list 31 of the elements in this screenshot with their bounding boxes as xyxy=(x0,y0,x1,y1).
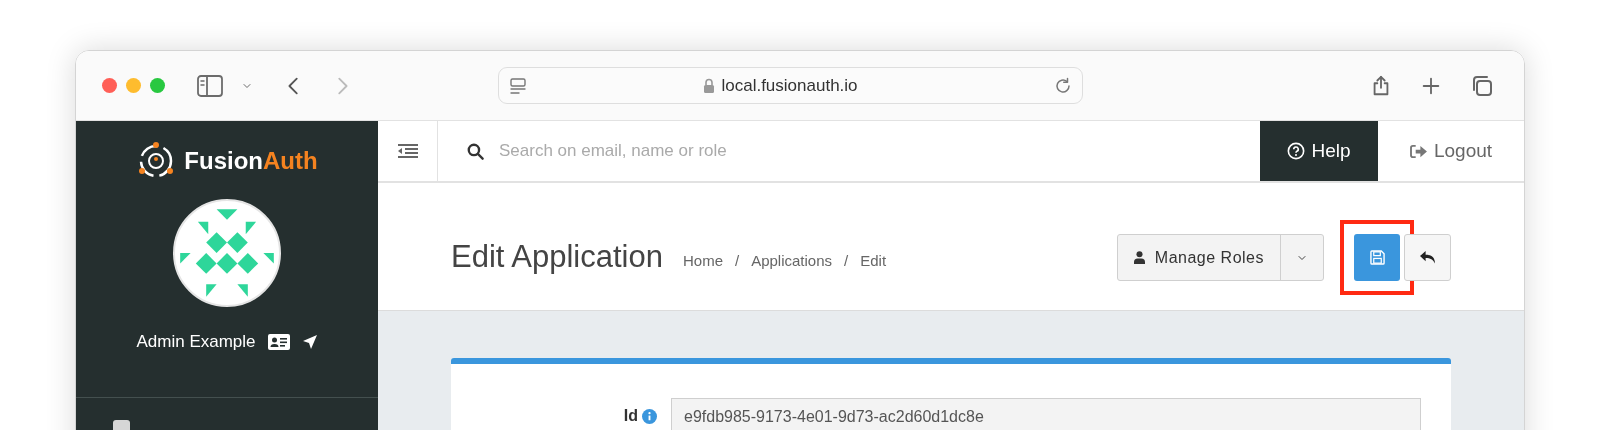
close-window-button[interactable] xyxy=(102,78,117,93)
user-icon xyxy=(1133,251,1145,264)
question-circle-icon xyxy=(1287,142,1306,160)
logout-button[interactable]: Logout xyxy=(1378,121,1524,181)
page-menu-icon xyxy=(509,76,527,95)
help-button[interactable]: Help xyxy=(1260,121,1378,181)
id-field[interactable]: e9fdb985-9173-4e01-9d73-ac2d60d1dc8e xyxy=(671,398,1421,430)
menu-collapse-icon[interactable] xyxy=(397,143,418,159)
zoom-window-button[interactable] xyxy=(150,78,165,93)
undo-button[interactable] xyxy=(1404,234,1451,281)
user-name: Admin Example xyxy=(136,331,256,353)
breadcrumb-separator: / xyxy=(735,251,740,272)
minimize-window-button[interactable] xyxy=(126,78,141,93)
url-text: local.fusionauth.io xyxy=(721,74,858,97)
logo-wordmark: FusionAuth xyxy=(184,146,318,176)
breadcrumb-link[interactable]: Home xyxy=(683,250,723,273)
lock-icon xyxy=(703,77,716,94)
search-icon xyxy=(466,141,485,161)
sidebar-icon xyxy=(197,74,223,97)
reload-icon xyxy=(1054,76,1072,95)
page-title: Edit Application xyxy=(451,238,663,277)
info-icon[interactable] xyxy=(642,408,657,424)
tabs-icon xyxy=(1470,73,1494,98)
location-arrow-icon[interactable] xyxy=(301,333,318,350)
breadcrumb-link[interactable]: Applications xyxy=(751,250,833,273)
field-label: Id xyxy=(623,406,638,426)
breadcrumb-separator: / xyxy=(844,251,849,272)
reply-arrow-icon xyxy=(1419,250,1436,265)
sign-out-icon xyxy=(1409,143,1427,159)
id-card-icon[interactable] xyxy=(267,333,290,350)
address-bar[interactable]: local.fusionauth.io xyxy=(498,67,1083,104)
